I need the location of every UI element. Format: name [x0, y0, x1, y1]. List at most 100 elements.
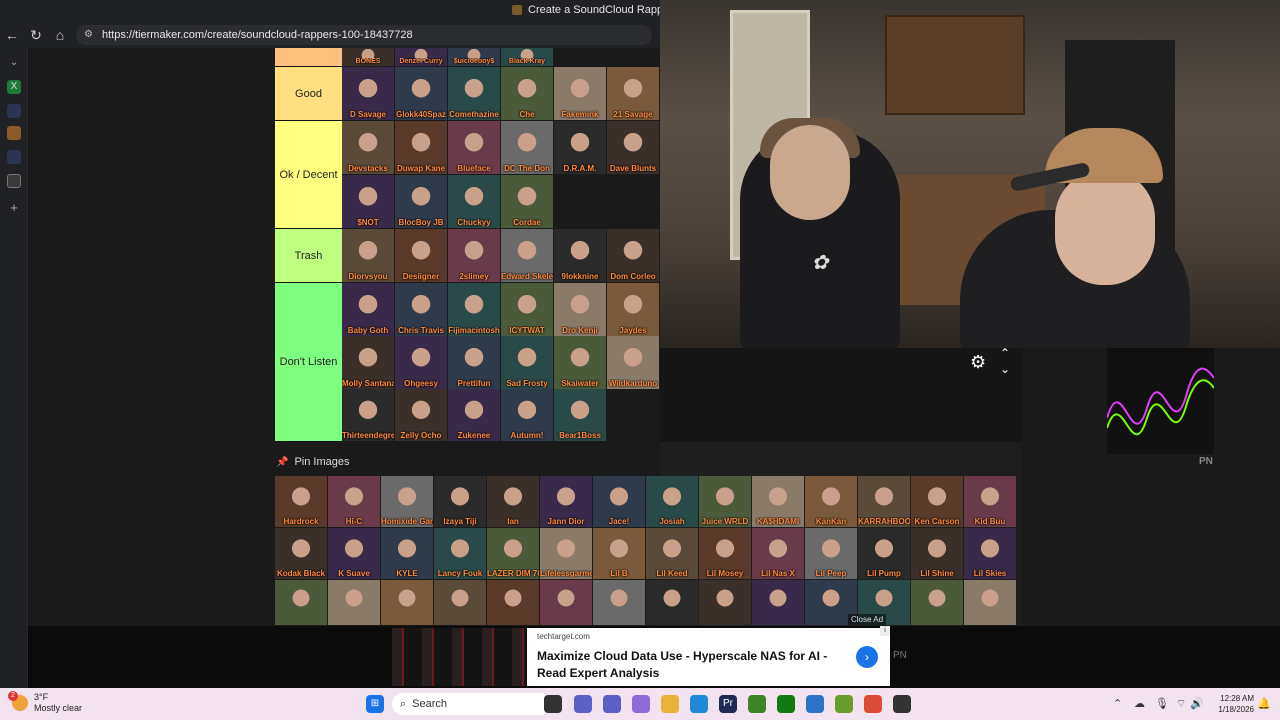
rapper-tile[interactable]: Edward Skeletrix: [501, 229, 553, 282]
rapper-tile[interactable]: Dave Blunts: [607, 121, 659, 174]
rapper-tile[interactable]: Chris Travis: [395, 283, 447, 336]
tray-chevron-icon[interactable]: ⌃: [1113, 697, 1122, 710]
back-button[interactable]: ←: [0, 23, 24, 47]
rapper-tile[interactable]: Prettifun: [448, 336, 500, 389]
pin-icon: 📌: [276, 456, 289, 468]
weather-widget[interactable]: 2 3°F Mostly clear: [8, 691, 82, 714]
edge-icon[interactable]: [690, 695, 708, 713]
premiere-icon[interactable]: Pr: [719, 695, 737, 713]
chevron-up-icon[interactable]: ⌃: [1000, 346, 1010, 360]
rapper-tile[interactable]: Black Kray: [501, 48, 553, 66]
rapper-tile[interactable]: Autumn!: [501, 389, 553, 441]
tier-label-dont-listen[interactable]: Don't Listen: [275, 283, 342, 442]
rapper-tile[interactable]: Glokk40Spaz: [395, 67, 447, 120]
wifi-icon[interactable]: ⌔: [1176, 697, 1186, 711]
teams-icon[interactable]: [603, 695, 621, 713]
rapper-tile[interactable]: Zelly Ocho: [395, 389, 447, 441]
browser-navbar: ← ↻ ⌂ ⚙ https://tiermaker.com/create/sou…: [0, 22, 660, 48]
rapper-tile[interactable]: Fakemink: [554, 67, 606, 120]
rapper-tile[interactable]: Che: [501, 67, 553, 120]
rapper-tile[interactable]: ICYTWAT: [501, 283, 553, 336]
rapper-tile[interactable]: 9lokknine: [554, 229, 606, 282]
rapper-tile[interactable]: Skaiwater: [554, 336, 606, 389]
chevron-down-icon[interactable]: ⌄: [7, 56, 21, 70]
rapper-tile[interactable]: Molly Santana: [342, 336, 394, 389]
gear-icon[interactable]: ⚙: [970, 352, 986, 373]
notifications-icon[interactable]: 🔔: [1257, 697, 1271, 710]
rapper-tile[interactable]: Zukenee: [448, 389, 500, 441]
refresh-button[interactable]: ↻: [24, 23, 48, 47]
store-icon[interactable]: [806, 695, 824, 713]
rapper-tile[interactable]: BlocBoy JB: [395, 175, 447, 228]
ad-arrow-icon[interactable]: ›: [856, 646, 878, 668]
sidebar-app-icon[interactable]: [7, 104, 21, 118]
task-view-icon[interactable]: [544, 695, 562, 713]
rapper-tile[interactable]: Baby Goth: [342, 283, 394, 336]
tile-name: Zelly Ocho: [400, 431, 442, 440]
rapper-tile[interactable]: Blueface: [448, 121, 500, 174]
rapper-tile[interactable]: 2slimey: [448, 229, 500, 282]
rapper-tile[interactable]: DC The Don: [501, 121, 553, 174]
rapper-tile[interactable]: Fijimacintosh: [448, 283, 500, 336]
rapper-tile[interactable]: Desiigner: [395, 229, 447, 282]
rapper-tile[interactable]: 21 Savage: [607, 67, 659, 120]
rapper-tile[interactable]: $uicideboy$: [448, 48, 500, 66]
clock-date: 1/18/2026: [1218, 705, 1254, 714]
rapper-tile[interactable]: Ohgeesy: [395, 336, 447, 389]
add-icon[interactable]: +: [7, 201, 21, 215]
pin-images-toggle[interactable]: 📌 Pin Images: [276, 456, 349, 468]
rapper-tile[interactable]: BONES: [342, 48, 394, 66]
obs-icon[interactable]: [893, 695, 911, 713]
tile-name: $uicideboy$: [453, 58, 495, 65]
tier-label-good[interactable]: Good: [275, 67, 342, 121]
tile-name: Cordae: [513, 218, 541, 227]
ad-choices-icon[interactable]: i: [880, 626, 890, 636]
copilot-icon[interactable]: [632, 695, 650, 713]
rapper-tile[interactable]: D Savage: [342, 67, 394, 120]
rapper-tile[interactable]: Sad Frosty: [501, 336, 553, 389]
rapper-tile[interactable]: D.R.A.M.: [554, 121, 606, 174]
microphone-icon[interactable]: 🎙: [1155, 697, 1169, 710]
taskbar-clock[interactable]: 12:28 AM 1/18/2026: [1204, 693, 1254, 715]
rapper-tile[interactable]: $NOT: [342, 175, 394, 228]
excel-icon[interactable]: X: [7, 80, 21, 94]
tier-label-trash[interactable]: Trash: [275, 229, 342, 283]
minecraft-icon[interactable]: [748, 695, 766, 713]
rapper-tile[interactable]: Comethazine: [448, 67, 500, 120]
home-button[interactable]: ⌂: [48, 23, 72, 47]
rapper-tile[interactable]: Diorvsyou: [342, 229, 394, 282]
tier-label-ok[interactable]: Ok / Decent: [275, 121, 342, 229]
rapper-tile[interactable]: Dom Corleo: [607, 229, 659, 282]
site-info-icon[interactable]: ⚙: [84, 29, 96, 41]
notepad-icon[interactable]: [835, 695, 853, 713]
tile-name: 2slimey: [459, 272, 489, 281]
rapper-tile[interactable]: Denzel Curry: [395, 48, 447, 66]
rapper-tile[interactable]: Duwap Kane: [395, 121, 447, 174]
rapper-tile[interactable]: Thirteendegreez: [342, 389, 394, 441]
onedrive-icon[interactable]: ☁: [1134, 697, 1145, 710]
sidebar-app-icon[interactable]: [7, 126, 21, 140]
taskbar-search[interactable]: ⌕ Search: [392, 693, 552, 715]
file-explorer-icon[interactable]: [661, 695, 679, 713]
rapper-tile[interactable]: Jaydes: [607, 283, 659, 336]
xbox-icon[interactable]: [777, 695, 795, 713]
windows-start-icon[interactable]: ⊞: [366, 695, 384, 713]
chat-icon[interactable]: [574, 695, 592, 713]
address-bar[interactable]: ⚙ https://tiermaker.com/create/soundclou…: [76, 25, 652, 45]
chrome-icon[interactable]: [864, 695, 882, 713]
close-ad-button[interactable]: Close Ad: [848, 614, 887, 625]
rapper-tile[interactable]: Bear1Boss: [554, 389, 606, 441]
ad-image[interactable]: [392, 628, 526, 686]
rapper-tile[interactable]: Devstacks: [342, 121, 394, 174]
rapper-tile[interactable]: Chuckyy: [448, 175, 500, 228]
sidebar-app-icon[interactable]: [7, 150, 21, 164]
ad-title[interactable]: Maximize Cloud Data Use - Hyperscale NAS…: [537, 648, 837, 682]
rapper-tile[interactable]: Wildkarduno: [607, 336, 659, 389]
rapper-tile[interactable]: Dro Kenji: [554, 283, 606, 336]
tiermaker-sidebar-icon[interactable]: [7, 174, 21, 188]
tier-label-top[interactable]: [275, 48, 342, 67]
rapper-tile[interactable]: Cordae: [501, 175, 553, 228]
chevron-down-icon[interactable]: ⌄: [1000, 362, 1010, 376]
volume-icon[interactable]: 🔊: [1190, 697, 1204, 710]
watermark-pn: PN: [1199, 456, 1213, 467]
